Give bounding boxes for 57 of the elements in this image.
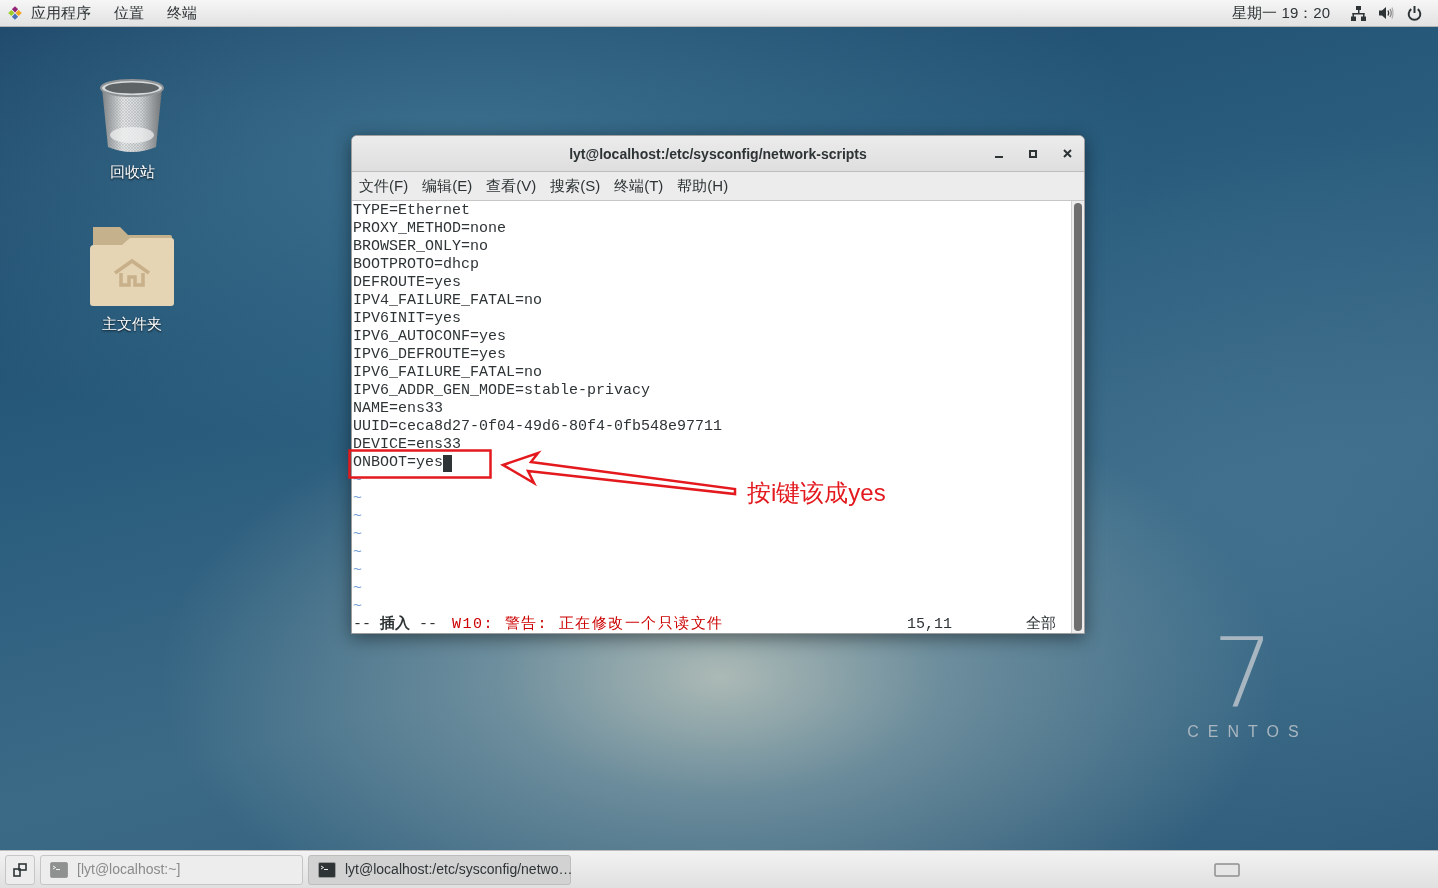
maximize-icon xyxy=(1029,149,1037,158)
config-line: NAME=ens33 xyxy=(353,400,443,418)
empty-line-marker: ~ xyxy=(353,544,362,562)
menu-item[interactable]: 文件(F) xyxy=(352,176,416,196)
annotation-text: 按i键该成yes xyxy=(747,478,886,508)
top-menu[interactable]: 应用程序 xyxy=(31,3,91,23)
menu-item[interactable]: 终端(T) xyxy=(607,176,671,196)
logo-wordmark: CENTOS xyxy=(1186,723,1308,741)
terminal-icon xyxy=(318,861,336,878)
empty-line-marker: ~ xyxy=(353,508,362,526)
config-line: TYPE=Ethernet xyxy=(353,202,471,220)
volume-icon[interactable] xyxy=(1379,6,1394,20)
warning-message: W10: 警告: 正在修改一个只读文件 xyxy=(452,616,724,633)
taskbar-window-button[interactable]: lyt@localhost:/etc/sysconfig/netwo… xyxy=(308,854,571,885)
config-line: IPV6_FAILURE_FATAL=no xyxy=(353,364,543,382)
config-line: IPV6INIT=yes xyxy=(353,310,462,328)
clock[interactable]: 星期一 19：20 xyxy=(1232,3,1330,23)
scroll-indicator: 全部 xyxy=(1026,616,1056,633)
pinwheel-icon xyxy=(8,6,22,20)
close-icon xyxy=(1062,149,1072,158)
network-icon[interactable] xyxy=(1351,5,1366,21)
terminal-icon xyxy=(50,861,68,878)
home-folder-icon[interactable] xyxy=(90,225,174,307)
top-menu[interactable]: 位置 xyxy=(114,3,144,23)
config-line: PROXY_METHOD=none xyxy=(353,220,507,238)
config-line: IPV6_AUTOCONF=yes xyxy=(353,328,507,346)
config-line: BOOTPROTO=dhcp xyxy=(353,256,480,274)
empty-line-marker: ~ xyxy=(353,526,362,544)
windows-icon xyxy=(13,862,27,877)
config-line: ONBOOT=yes xyxy=(353,454,443,472)
menu-item[interactable]: 帮助(H) xyxy=(670,176,736,196)
top-menu[interactable]: 终端 xyxy=(167,3,197,23)
desktop-icon-label[interactable]: 主文件夹 xyxy=(102,315,162,333)
show-desktop-button[interactable] xyxy=(5,854,35,885)
empty-line-marker: ~ xyxy=(353,598,362,616)
config-line: IPV6_ADDR_GEN_MODE=stable-privacy xyxy=(353,382,651,400)
menu-item[interactable]: 查看(V) xyxy=(479,176,544,196)
config-line: IPV4_FAILURE_FATAL=no xyxy=(353,292,543,310)
config-line: UUID=ceca8d27-0f04-49d6-80f4-0fb548e97711 xyxy=(353,418,723,436)
menu-item[interactable]: 搜索(S) xyxy=(543,176,608,196)
minimize-icon xyxy=(995,155,1003,158)
empty-line-marker: ~ xyxy=(353,562,362,580)
mode-indicator: -- 插入 -- xyxy=(353,616,439,633)
power-icon[interactable] xyxy=(1407,5,1422,21)
trash-can-icon[interactable] xyxy=(99,79,165,155)
empty-line-marker: ~ xyxy=(353,580,362,598)
empty-line-marker: ~ xyxy=(353,490,362,508)
config-line: DEVICE=ens33 xyxy=(353,436,462,454)
menu-item[interactable]: 编辑(E) xyxy=(415,176,480,196)
window-title: lyt@localhost:/etc/sysconfig/network-scripts xyxy=(569,144,867,163)
config-line: IPV6_DEFROUTE=yes xyxy=(353,346,507,364)
desktop-icon-label[interactable]: 回收站 xyxy=(109,163,155,181)
config-line: BROWSER_ONLY=no xyxy=(353,238,489,256)
logo-numeral: 7 xyxy=(1212,625,1274,721)
cursor-position: 15,11 xyxy=(907,616,952,633)
config-line: DEFROUTE=yes xyxy=(353,274,462,292)
empty-line-marker: ~ xyxy=(353,472,362,490)
